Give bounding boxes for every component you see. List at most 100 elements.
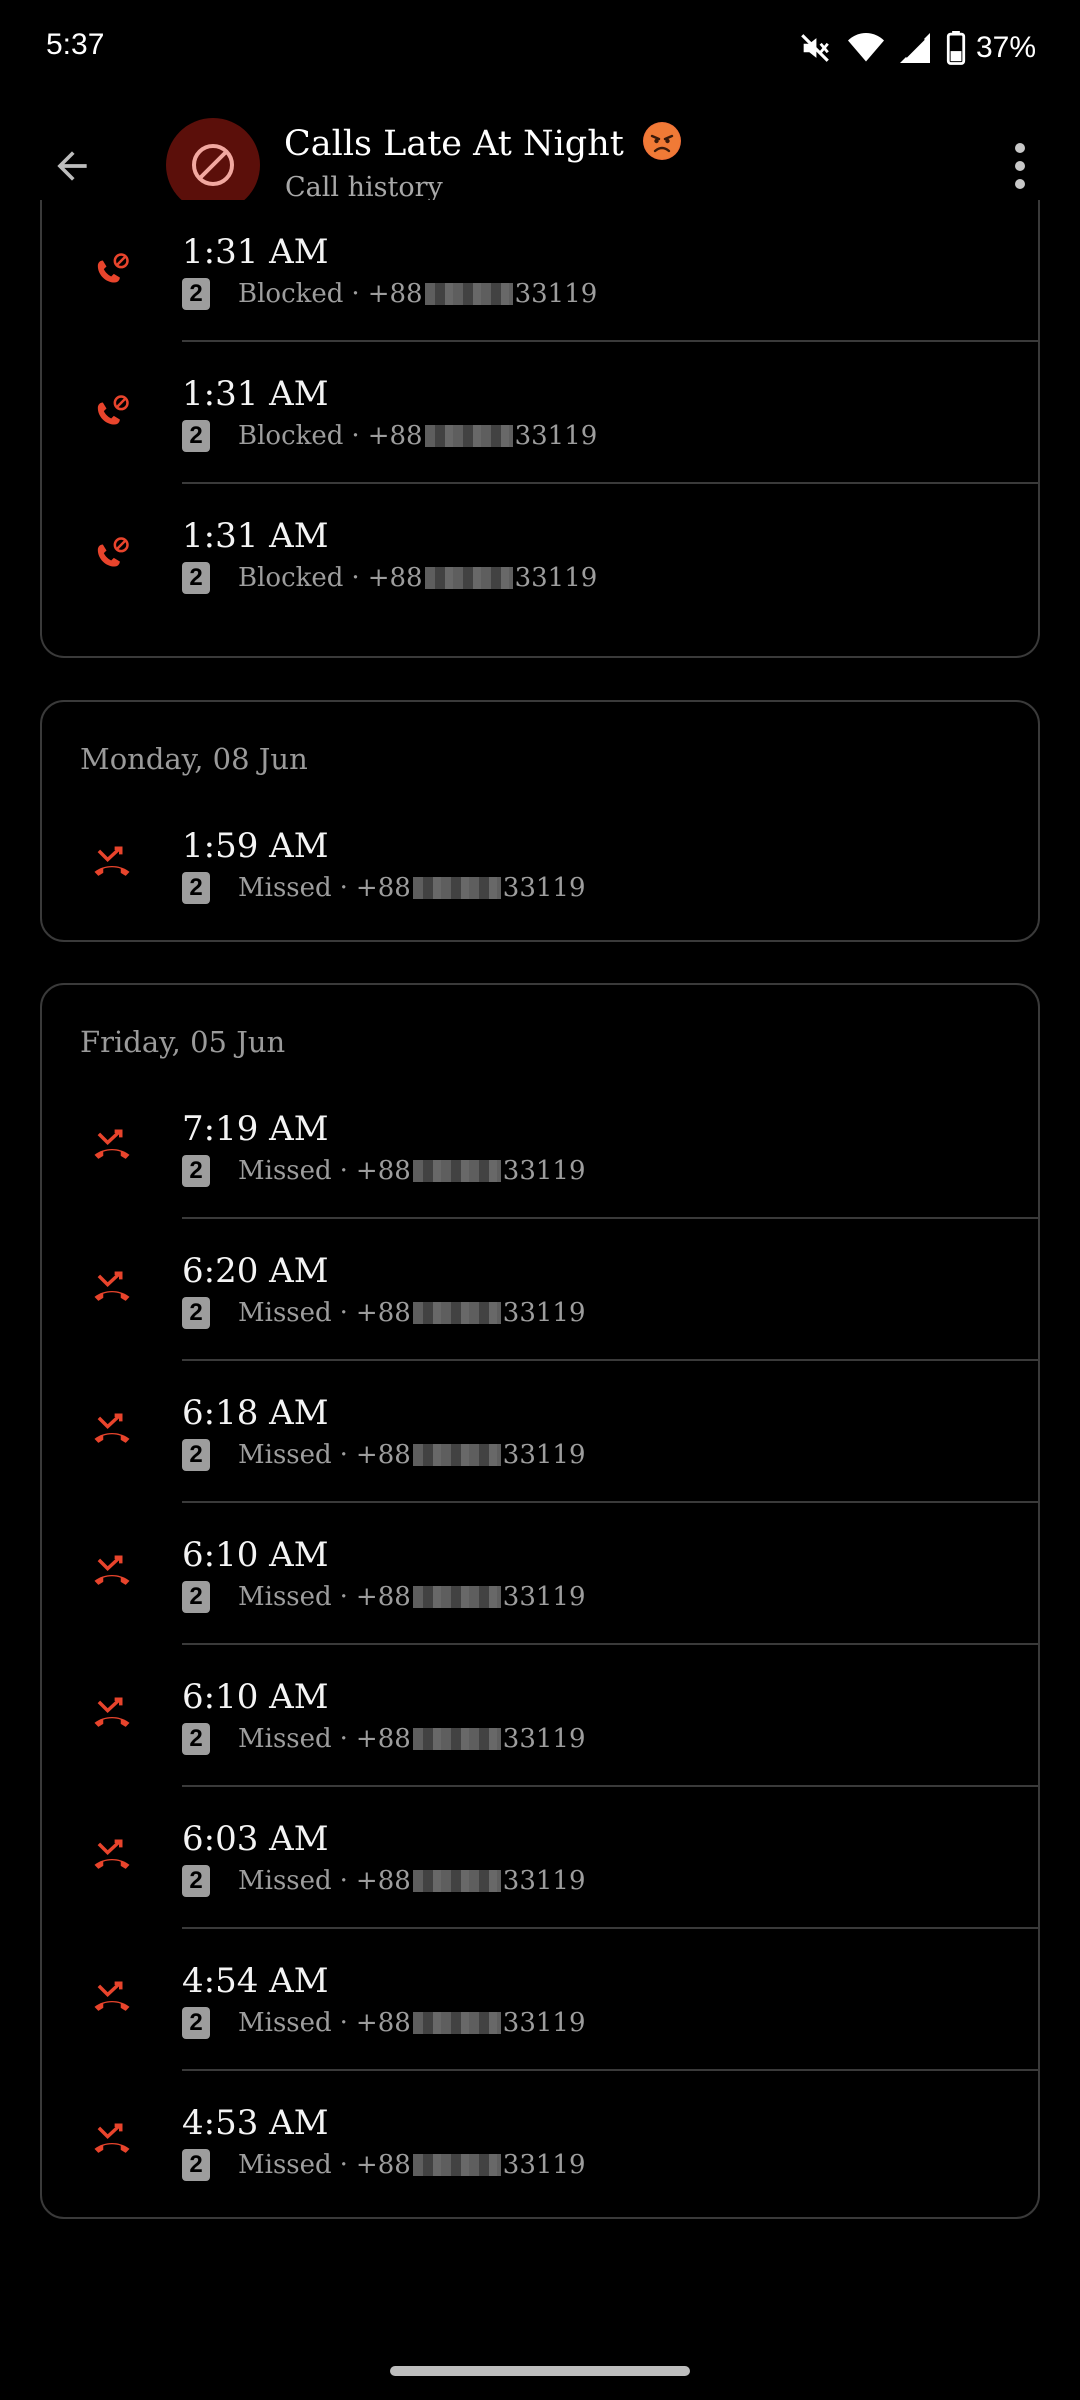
call-time: 1:31 AM — [182, 516, 329, 556]
missed-call-icon — [82, 1259, 142, 1319]
sim-2-icon: 2 — [182, 2007, 210, 2039]
call-time: 1:31 AM — [182, 374, 329, 414]
call-row[interactable]: 6:20 AM 2 Missed · +88 33119 — [42, 1219, 1040, 1361]
back-button[interactable] — [36, 130, 108, 202]
missed-call-icon — [82, 1827, 142, 1887]
missed-call-icon — [82, 1117, 142, 1177]
more-options-button[interactable] — [990, 130, 1050, 202]
redacted-number-blur — [412, 1444, 501, 1466]
separator: · — [339, 2150, 348, 2180]
call-row[interactable]: 4:53 AM 2 Missed · +88 33119 — [42, 2071, 1040, 2213]
separator: · — [339, 1440, 348, 1470]
redacted-number-blur — [412, 2012, 501, 2034]
call-row[interactable]: 1:59 AM 2 Missed · +88 33119 — [42, 794, 1040, 936]
separator: · — [339, 1724, 348, 1754]
status-time: 5:37 — [46, 28, 105, 61]
call-status: Missed — [238, 1298, 332, 1328]
blocked-call-icon — [82, 240, 142, 300]
battery-percentage: 37% — [975, 31, 1036, 64]
block-icon — [192, 144, 234, 186]
arrow-back-icon — [57, 151, 87, 181]
redacted-number-blur — [412, 1728, 501, 1750]
call-time: 6:10 AM — [182, 1535, 329, 1575]
redacted-number-blur — [412, 1302, 501, 1324]
phone-number-suffix: 33119 — [514, 563, 598, 593]
phone-number-suffix: 33119 — [502, 1156, 586, 1186]
call-row[interactable]: 1:31 AM 2 Blocked · +88 33119 — [42, 484, 1040, 626]
sim-2-icon: 2 — [182, 872, 210, 904]
phone-number-suffix: 33119 — [502, 1724, 586, 1754]
call-status: Missed — [238, 873, 332, 903]
call-detail: 2 Missed · +88 33119 — [182, 2149, 586, 2181]
missed-call-icon — [82, 1969, 142, 2029]
separator: · — [339, 1156, 348, 1186]
phone-number-prefix: +88 — [355, 2150, 411, 2180]
call-row[interactable]: 7:19 AM 2 Missed · +88 33119 — [42, 1077, 1040, 1219]
separator: · — [351, 421, 360, 451]
call-row[interactable]: 1:31 AM 2 Blocked · +88 33119 — [42, 200, 1040, 342]
sim-2-icon: 2 — [182, 420, 210, 452]
call-row[interactable]: 4:54 AM 2 Missed · +88 33119 — [42, 1929, 1040, 2071]
call-detail: 2 Blocked · +88 33119 — [182, 420, 597, 452]
wifi-icon — [847, 33, 884, 62]
phone-number-suffix: 33119 — [502, 2008, 586, 2038]
sim-2-icon: 2 — [182, 562, 210, 594]
call-detail: 2 Blocked · +88 33119 — [182, 278, 597, 310]
call-time: 4:53 AM — [182, 2103, 329, 2143]
more-vert-icon-dot — [1015, 161, 1025, 171]
redacted-number-blur — [424, 567, 513, 589]
separator: · — [339, 1298, 348, 1328]
missed-call-icon — [82, 2111, 142, 2171]
separator: · — [351, 563, 360, 593]
call-status: Missed — [238, 1582, 332, 1612]
call-row[interactable]: 6:10 AM 2 Missed · +88 33119 — [42, 1645, 1040, 1787]
date-header: Friday, 05 Jun — [80, 1025, 286, 1059]
redacted-number-blur — [412, 1586, 501, 1608]
sim-2-icon: 2 — [182, 2149, 210, 2181]
call-row[interactable]: 1:31 AM 2 Blocked · +88 33119 — [42, 342, 1040, 484]
home-indicator[interactable] — [390, 2366, 690, 2376]
call-status: Missed — [238, 1156, 332, 1186]
phone-number-prefix: +88 — [355, 1440, 411, 1470]
phone-number-suffix: 33119 — [502, 1582, 586, 1612]
page-title: Calls Late At Night — [284, 122, 681, 164]
battery-icon — [946, 31, 966, 65]
phone-number-prefix: +88 — [355, 873, 411, 903]
redacted-number-blur — [424, 283, 513, 305]
call-detail: 2 Missed · +88 33119 — [182, 1439, 586, 1471]
separator: · — [339, 1866, 348, 1896]
date-header: Monday, 08 Jun — [80, 742, 308, 776]
phone-number-prefix: +88 — [367, 563, 423, 593]
call-status: Blocked — [238, 563, 344, 593]
phone-number-suffix: 33119 — [514, 279, 598, 309]
call-group-card: 1:31 AM 2 Blocked · +88 33119 1:31 AM 2 … — [40, 200, 1040, 658]
phone-number-prefix: +88 — [367, 421, 423, 451]
missed-call-icon — [82, 1685, 142, 1745]
redacted-number-blur — [412, 877, 501, 899]
redacted-number-blur — [412, 2154, 501, 2176]
phone-number-suffix: 33119 — [502, 1440, 586, 1470]
phone-number-suffix: 33119 — [514, 421, 598, 451]
call-group-card: Monday, 08 Jun 1:59 AM 2 Missed · +88 33… — [40, 700, 1040, 942]
sim-2-icon: 2 — [182, 1723, 210, 1755]
status-bar: 5:37 37% — [0, 0, 1080, 96]
separator: · — [339, 2008, 348, 2038]
call-detail: 2 Missed · +88 33119 — [182, 1155, 586, 1187]
missed-call-icon — [82, 1543, 142, 1603]
call-status: Missed — [238, 1440, 332, 1470]
call-detail: 2 Missed · +88 33119 — [182, 1297, 586, 1329]
call-row[interactable]: 6:18 AM 2 Missed · +88 33119 — [42, 1361, 1040, 1503]
phone-number-suffix: 33119 — [502, 1866, 586, 1896]
call-row[interactable]: 6:10 AM 2 Missed · +88 33119 — [42, 1503, 1040, 1645]
cellular-signal-icon — [899, 33, 930, 63]
call-time: 1:31 AM — [182, 232, 329, 272]
call-status: Missed — [238, 1866, 332, 1896]
redacted-number-blur — [424, 425, 513, 447]
call-status: Blocked — [238, 421, 344, 451]
sim-2-icon: 2 — [182, 1297, 210, 1329]
phone-number-prefix: +88 — [355, 1298, 411, 1328]
call-row[interactable]: 6:03 AM 2 Missed · +88 33119 — [42, 1787, 1040, 1929]
call-detail: 2 Missed · +88 33119 — [182, 2007, 586, 2039]
call-status: Missed — [238, 1724, 332, 1754]
call-time: 1:59 AM — [182, 826, 329, 866]
